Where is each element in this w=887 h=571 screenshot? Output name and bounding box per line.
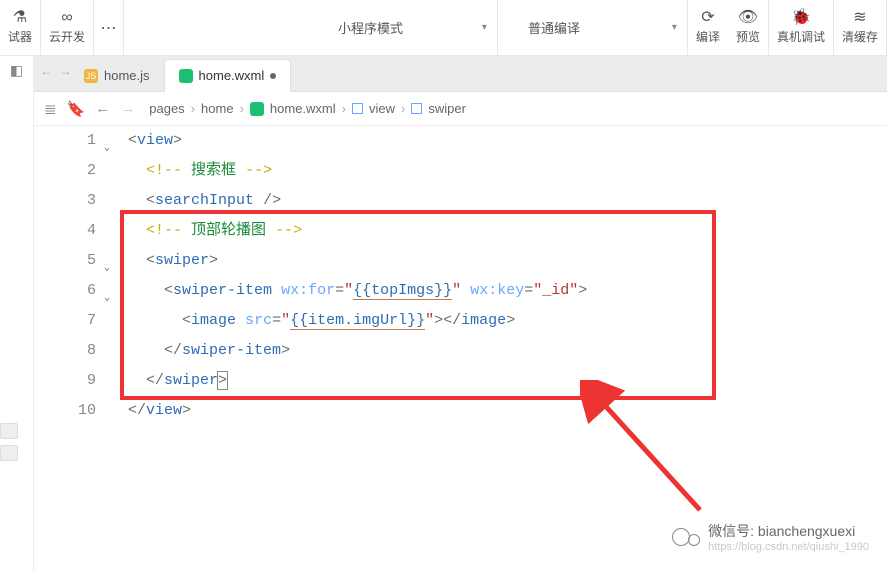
watermark-main: 微信号: bianchengxuexi [708, 523, 855, 539]
watermark-sub: https://blog.csdn.net/qiushi_1990 [708, 541, 869, 553]
code-line[interactable]: <searchInput /> [128, 186, 887, 216]
debugger-label: 试器 [8, 28, 32, 45]
preview-label: 预览 [736, 28, 760, 45]
clear-cache-label: 清缓存 [842, 28, 878, 45]
code-line[interactable]: <swiper> [128, 246, 887, 276]
top-toolbar: ⚗ 试器 ∞ 云开发 ⋯ 小程序模式 ▾ 普通编译 ▾ ⟳ 编译 👁 预览 🐞 … [0, 0, 887, 56]
editor-left-strip: ◧ [0, 56, 34, 571]
dirty-dot-icon [270, 73, 276, 79]
line-number: 6⌄ [34, 276, 96, 306]
breadcrumb-pages[interactable]: pages [149, 101, 184, 116]
code-line[interactable]: <!-- 顶部轮播图 --> [128, 216, 887, 246]
refresh-icon: ⟳ [701, 10, 714, 26]
clear-cache-button[interactable]: ≋ 清缓存 [834, 0, 886, 55]
element-icon [411, 103, 422, 114]
breadcrumb: pages›home›home.wxml›view›swiper [149, 101, 466, 116]
line-number: 5⌄ [34, 246, 96, 276]
compile-button[interactable]: ⟳ 编译 [688, 0, 728, 55]
line-number: 2 [34, 156, 96, 186]
wxml-file-icon [179, 69, 193, 83]
editor-tabs: JS home.js home.wxml [34, 56, 887, 92]
compile-mode-label: 普通编译 [528, 18, 580, 37]
breadcrumb-home[interactable]: home [201, 101, 234, 116]
line-number: 1⌄ [34, 126, 96, 156]
tab-label: home.js [104, 68, 150, 83]
wechat-icon [672, 528, 700, 546]
real-device-button[interactable]: 🐞 真机调试 [769, 0, 833, 55]
line-number: 3 [34, 186, 96, 216]
code-line[interactable]: </swiper-item> [128, 336, 887, 366]
breadcrumb-swiper[interactable]: swiper [428, 101, 466, 116]
tab-home-wxml[interactable]: home.wxml [164, 59, 292, 92]
split-icon[interactable]: ◧ [10, 62, 23, 79]
code-line[interactable]: <swiper-item wx:for="{{topImgs}}" wx:key… [128, 276, 887, 306]
left-rail-chips [0, 423, 18, 461]
flask-icon: ⚗ [13, 10, 27, 26]
code-line[interactable]: <image src="{{item.imgUrl}}"></image> [128, 306, 887, 336]
list-icon[interactable]: ≣ [44, 100, 57, 118]
watermark: 微信号: bianchengxuexi https://blog.csdn.ne… [672, 521, 869, 553]
editor-subtoolbar: ≣ 🔖 ← → pages›home›home.wxml›view›swiper [34, 92, 887, 126]
code-line[interactable]: </view> [128, 396, 887, 426]
eye-icon: 👁 [738, 10, 758, 26]
tab-label: home.wxml [199, 68, 265, 83]
code-content[interactable]: <view> <!-- 搜索框 --> <searchInput /> <!--… [106, 126, 887, 571]
cloud-dev-label: 云开发 [49, 28, 85, 45]
real-device-label: 真机调试 [777, 28, 825, 45]
mode-dropdown-label: 小程序模式 [338, 18, 403, 37]
line-number: 8 [34, 336, 96, 366]
line-number: 7 [34, 306, 96, 336]
layers-icon: ≋ [853, 10, 866, 26]
chevron-down-icon: ▾ [482, 22, 487, 33]
js-file-icon: JS [84, 69, 98, 83]
bookmark-icon[interactable]: 🔖 [67, 100, 86, 118]
forward-icon[interactable]: → [120, 100, 135, 117]
code-editor[interactable]: 1⌄2345⌄6⌄78910 <view> <!-- 搜索框 --> <sear… [34, 126, 887, 571]
breadcrumb-view[interactable]: view [369, 101, 395, 116]
toolbar-more-icon[interactable]: ⋯ [94, 0, 124, 55]
back-icon[interactable]: ← [95, 100, 110, 117]
preview-button[interactable]: 👁 预览 [728, 0, 768, 55]
line-number: 9 [34, 366, 96, 396]
line-number: 10 [34, 396, 96, 426]
chevron-down-icon: ▾ [672, 22, 677, 33]
line-gutter: 1⌄2345⌄6⌄78910 [34, 126, 106, 571]
cloud-dev-button[interactable]: ∞ 云开发 [41, 0, 93, 55]
line-number: 4 [34, 216, 96, 246]
compile-mode-dropdown[interactable]: 普通编译 ▾ [518, 0, 688, 55]
code-line[interactable]: <!-- 搜索框 --> [128, 156, 887, 186]
code-line[interactable]: </swiper> [128, 366, 887, 396]
infinity-icon: ∞ [61, 10, 72, 26]
tab-home-js[interactable]: JS home.js [70, 60, 164, 91]
debugger-button[interactable]: ⚗ 试器 [0, 0, 40, 55]
bug-icon: 🐞 [791, 10, 811, 26]
element-icon [352, 103, 363, 114]
mode-dropdown[interactable]: 小程序模式 ▾ [328, 0, 498, 55]
wxml-file-icon [250, 102, 264, 116]
breadcrumb-home.wxml[interactable]: home.wxml [270, 101, 336, 116]
code-line[interactable]: <view> [128, 126, 887, 156]
compile-label: 编译 [696, 28, 720, 45]
